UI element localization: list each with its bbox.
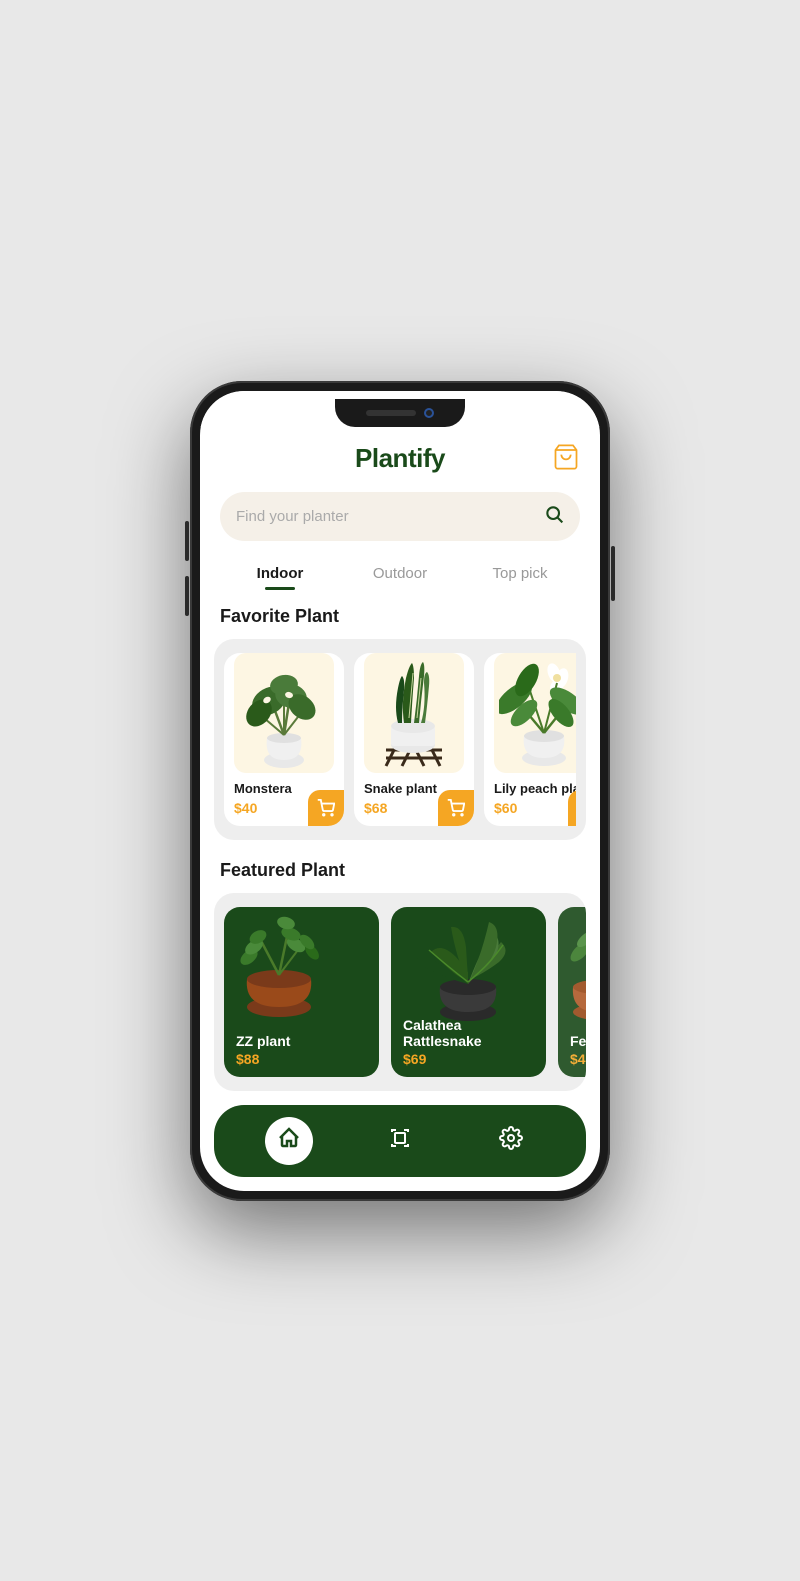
- lily-svg: [499, 658, 576, 773]
- cart-add-icon-2: [447, 799, 465, 817]
- fern-svg: [558, 907, 586, 1037]
- fern-info: Fern $45: [558, 1023, 586, 1077]
- lily-name: Lily peach plant: [494, 781, 576, 796]
- featured-section-title: Featured Plant: [200, 860, 600, 881]
- monstera-svg: [239, 663, 329, 773]
- snake-svg: [374, 658, 454, 773]
- nav-settings[interactable]: [487, 1117, 535, 1165]
- cart-add-icon: [317, 799, 335, 817]
- plant-card-snake[interactable]: Snake plant $68: [354, 653, 474, 826]
- plant-card-monstera[interactable]: Monstera $40: [224, 653, 344, 826]
- phone-frame: Plantify Find your planter: [190, 381, 610, 1201]
- notch: [335, 399, 465, 427]
- notch-speaker: [366, 410, 416, 416]
- bottom-nav: [214, 1105, 586, 1177]
- lily-price-row: $60: [494, 800, 576, 816]
- snake-image: [364, 653, 464, 773]
- plant-card-lily[interactable]: Lily peach plant $60: [484, 653, 576, 826]
- phone-screen: Plantify Find your planter: [200, 391, 600, 1191]
- featured-card-calathea[interactable]: Calathea Rattlesnake $69: [391, 907, 546, 1077]
- vol-up-btn: [185, 521, 189, 561]
- featured-plants-row: ZZ plant $88: [214, 893, 586, 1091]
- calathea-name: Calathea Rattlesnake: [403, 1017, 534, 1049]
- notch-camera: [424, 408, 434, 418]
- calathea-info: Calathea Rattlesnake $69: [391, 1007, 546, 1077]
- category-tabs: Indoor Outdoor Top pick: [200, 557, 600, 590]
- tab-top-pick[interactable]: Top pick: [460, 557, 580, 590]
- home-icon: [277, 1126, 301, 1156]
- search-bar[interactable]: Find your planter: [220, 492, 580, 541]
- monstera-image: [234, 653, 334, 773]
- search-placeholder-text: Find your planter: [236, 508, 534, 525]
- monstera-add-cart[interactable]: [308, 790, 344, 826]
- lily-price: $60: [494, 800, 517, 816]
- monstera-price: $40: [234, 800, 257, 816]
- favorite-section-title: Favorite Plant: [200, 606, 600, 627]
- featured-card-fern[interactable]: Fern $45: [558, 907, 586, 1077]
- settings-icon: [499, 1126, 523, 1156]
- zz-info: ZZ plant $88: [224, 1023, 379, 1077]
- lily-image: [494, 653, 576, 773]
- zz-name: ZZ plant: [236, 1033, 367, 1049]
- nav-home[interactable]: [265, 1117, 313, 1165]
- favorite-plants-row: Monstera $40: [224, 653, 576, 826]
- app-content: Plantify Find your planter: [200, 427, 600, 1095]
- scan-icon: [388, 1126, 412, 1156]
- cart-button[interactable]: [552, 443, 580, 476]
- featured-card-zz[interactable]: ZZ plant $88: [224, 907, 379, 1077]
- favorite-section: Monstera $40: [214, 639, 586, 840]
- power-btn: [611, 546, 615, 601]
- notch-area: [200, 391, 600, 427]
- snake-add-cart[interactable]: [438, 790, 474, 826]
- app-title: Plantify: [355, 443, 445, 474]
- fern-name: Fern: [570, 1033, 586, 1049]
- lily-add-cart[interactable]: [568, 790, 576, 826]
- nav-scan[interactable]: [376, 1117, 424, 1165]
- vol-down-btn: [185, 576, 189, 616]
- zz-price: $88: [236, 1051, 367, 1067]
- calathea-price: $69: [403, 1051, 534, 1067]
- snake-price: $68: [364, 800, 387, 816]
- app-header: Plantify: [200, 427, 600, 484]
- featured-section: Featured Plant: [200, 860, 600, 1091]
- search-icon: [544, 504, 564, 529]
- tab-indoor[interactable]: Indoor: [220, 557, 340, 590]
- tab-outdoor[interactable]: Outdoor: [340, 557, 460, 590]
- zz-plant-svg: [224, 907, 379, 1037]
- cart-icon: [552, 443, 580, 471]
- fern-price: $45: [570, 1051, 586, 1067]
